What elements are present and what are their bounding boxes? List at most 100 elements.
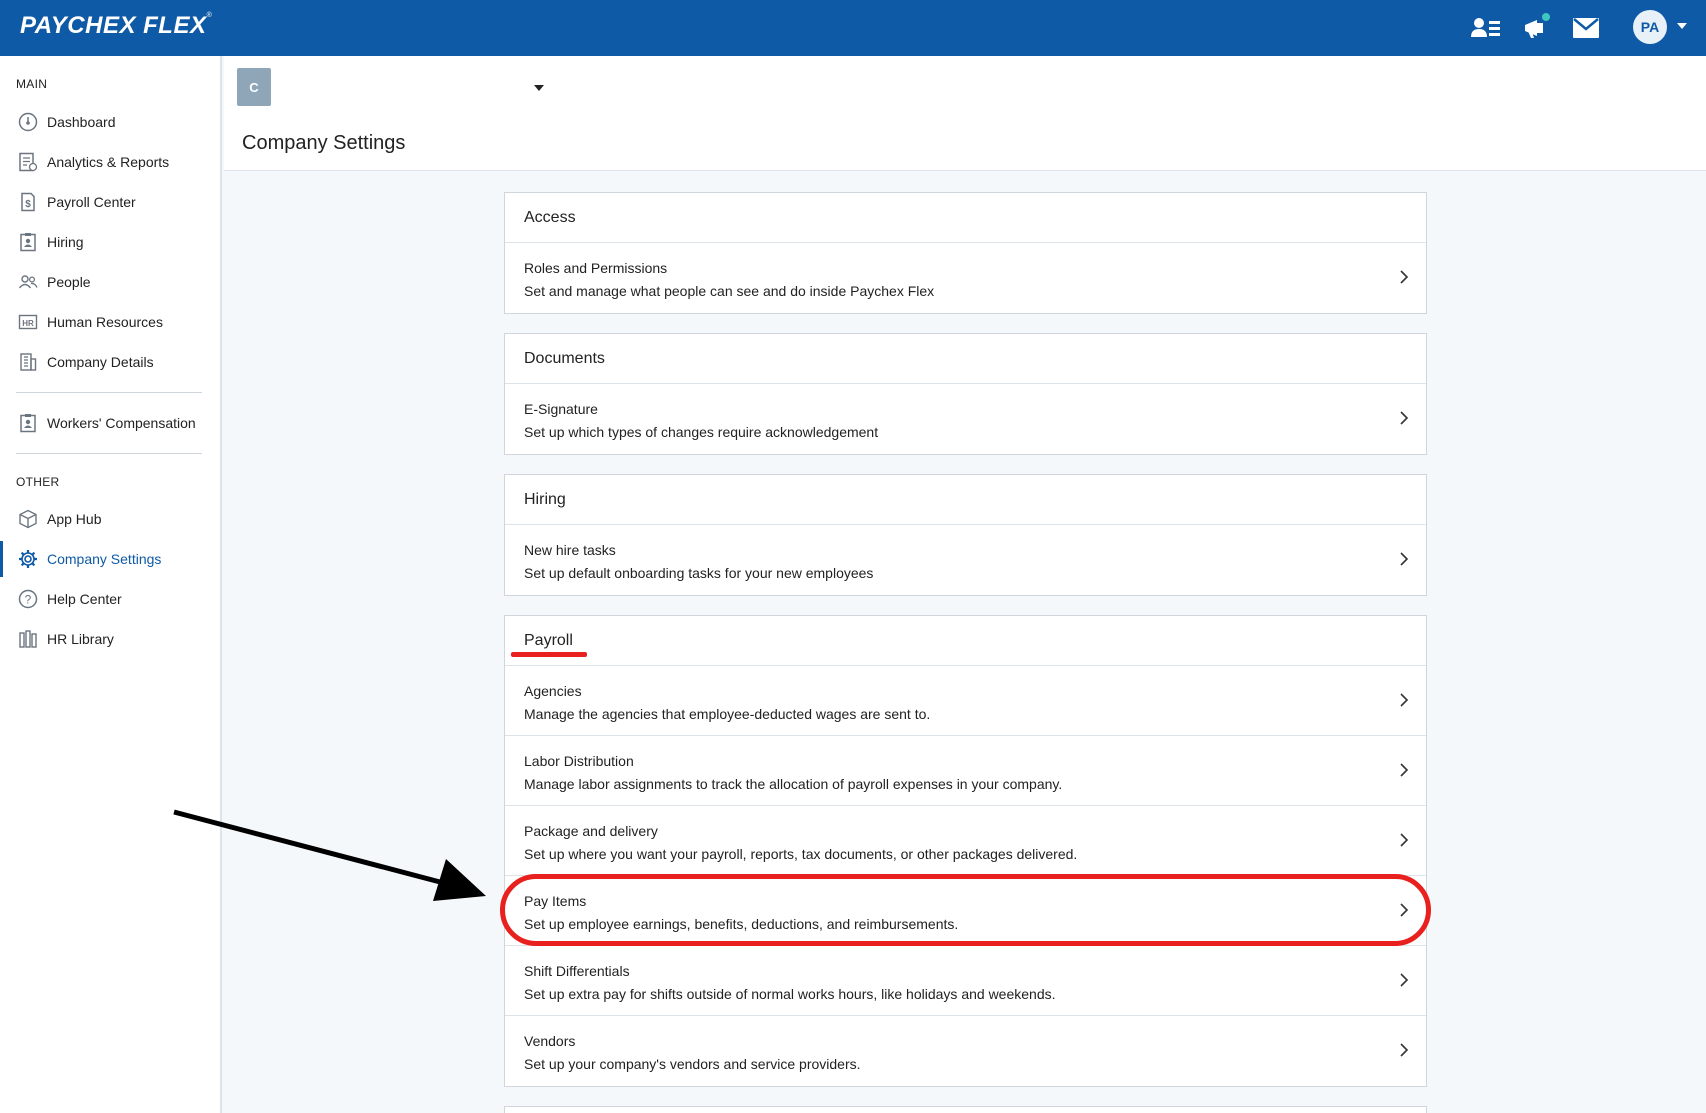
row-title: Agencies — [524, 683, 582, 699]
settings-row-new-hire-tasks[interactable]: New hire tasks Set up default onboarding… — [505, 525, 1426, 595]
settings-row-pay-items[interactable]: Pay Items Set up employee earnings, bene… — [505, 876, 1426, 946]
settings-card-payroll: Payroll Agencies Manage the agencies tha… — [504, 615, 1427, 1087]
sidebar-item-company-settings[interactable]: Company Settings — [0, 541, 220, 577]
annotation-underline — [511, 652, 587, 657]
svg-text:$: $ — [25, 199, 31, 210]
sidebar-item-hr-library[interactable]: HR Library — [0, 621, 220, 657]
card-title: Access — [505, 193, 1426, 243]
row-description: Set up default onboarding tasks for your… — [524, 565, 874, 581]
settings-card-documents: Documents E-Signature Set up which types… — [504, 333, 1427, 455]
chevron-right-icon — [1400, 270, 1409, 284]
hr-icon: HR — [18, 312, 38, 332]
reports-icon — [18, 152, 38, 172]
sidebar-item-label: Help Center — [47, 591, 122, 607]
payroll-icon: $ — [18, 192, 38, 212]
row-description: Manage the agencies that employee-deduct… — [524, 706, 931, 722]
row-description: Set up extra pay for shifts outside of n… — [524, 986, 1056, 1002]
sidebar-item-app-hub[interactable]: App Hub — [0, 501, 220, 537]
row-description: Set up your company's vendors and servic… — [524, 1056, 861, 1072]
sidebar-divider — [16, 392, 202, 393]
settings-row-shift-differentials[interactable]: Shift Differentials Set up extra pay for… — [505, 946, 1426, 1016]
chevron-right-icon — [1400, 693, 1409, 707]
cube-icon — [18, 509, 38, 529]
settings-card-hiring: Hiring New hire tasks Set up default onb… — [504, 474, 1427, 596]
notification-dot — [1542, 13, 1550, 21]
settings-row-roles-and-permissions[interactable]: Roles and Permissions Set and manage wha… — [505, 243, 1426, 313]
sidebar-item-label: Analytics & Reports — [47, 154, 170, 170]
row-title: Package and delivery — [524, 823, 658, 839]
sidebar-section-main: MAIN — [16, 77, 48, 91]
svg-text:HR: HR — [22, 319, 34, 328]
mail-icon[interactable] — [1570, 13, 1602, 43]
sidebar-item-label: People — [47, 274, 91, 290]
sidebar-section-other: OTHER — [16, 475, 60, 489]
dashboard-icon — [18, 112, 38, 132]
people-icon — [18, 272, 38, 292]
row-title: E-Signature — [524, 401, 598, 417]
row-title: Vendors — [524, 1033, 576, 1049]
page-title: Company Settings — [242, 132, 406, 154]
chevron-right-icon — [1400, 973, 1409, 987]
row-title: Labor Distribution — [524, 753, 634, 769]
row-title: New hire tasks — [524, 542, 616, 558]
chevron-right-icon — [1400, 552, 1409, 566]
sidebar-item-hiring[interactable]: Hiring — [0, 224, 220, 260]
chevron-right-icon — [1400, 903, 1409, 917]
row-description: Manage labor assignments to track the al… — [524, 776, 1063, 792]
paychex-flex-logo[interactable]: PAYCHEX FLEX® — [20, 12, 212, 40]
chevron-down-icon — [534, 85, 544, 91]
chevron-right-icon — [1400, 411, 1409, 425]
sidebar-item-payroll-center[interactable]: $ Payroll Center — [0, 184, 220, 220]
sidebar-item-human-resources[interactable]: HR Human Resources — [0, 304, 220, 340]
page-header: C Company Settings — [224, 56, 1706, 171]
row-description: Set up which types of changes require ac… — [524, 424, 879, 440]
sidebar-item-label: Workers' Compensation — [47, 415, 196, 431]
company-badge: C — [237, 68, 271, 106]
chevron-right-icon — [1400, 1043, 1409, 1057]
row-description: Set up employee earnings, benefits, dedu… — [524, 916, 959, 932]
card-title: Documents — [505, 334, 1426, 384]
sidebar-item-analytics-reports[interactable]: Analytics & Reports — [0, 144, 220, 180]
clipboard-icon — [18, 413, 38, 433]
card-title: Payroll — [505, 616, 1426, 666]
svg-text:?: ? — [25, 593, 32, 607]
user-menu-caret-icon[interactable] — [1677, 23, 1687, 29]
card-title: Hiring — [505, 475, 1426, 525]
user-avatar[interactable]: PA — [1633, 10, 1667, 44]
gear-icon — [18, 549, 38, 569]
sidebar-item-label: HR Library — [47, 631, 114, 647]
sidebar-item-label: Company Settings — [47, 551, 162, 567]
library-icon — [18, 629, 38, 649]
hiring-icon — [18, 232, 38, 252]
sidebar-item-label: Human Resources — [47, 314, 163, 330]
sidebar-item-help-center[interactable]: ? Help Center — [0, 581, 220, 617]
building-icon — [18, 352, 38, 372]
help-icon: ? — [18, 589, 38, 609]
row-description: Set and manage what people can see and d… — [524, 283, 935, 299]
sidebar-item-people[interactable]: People — [0, 264, 220, 300]
chevron-right-icon — [1400, 763, 1409, 777]
top-bar: PAYCHEX FLEX® PA — [0, 0, 1706, 56]
chevron-right-icon — [1400, 833, 1409, 847]
sidebar-item-label: App Hub — [47, 511, 102, 527]
sidebar-item-label: Dashboard — [47, 114, 116, 130]
megaphone-icon[interactable] — [1520, 13, 1552, 43]
settings-row-agencies[interactable]: Agencies Manage the agencies that employ… — [505, 666, 1426, 736]
row-title: Shift Differentials — [524, 963, 630, 979]
sidebar-item-dashboard[interactable]: Dashboard — [0, 104, 220, 140]
settings-card-next — [504, 1106, 1427, 1113]
sidebar-item-workers-compensation[interactable]: Workers' Compensation — [0, 405, 220, 441]
company-selector[interactable]: C — [237, 68, 567, 108]
people-list-icon[interactable] — [1470, 13, 1502, 43]
sidebar-item-label: Company Details — [47, 354, 154, 370]
settings-row-labor-distribution[interactable]: Labor Distribution Manage labor assignme… — [505, 736, 1426, 806]
settings-row-e-signature[interactable]: E-Signature Set up which types of change… — [505, 384, 1426, 454]
row-description: Set up where you want your payroll, repo… — [524, 846, 1078, 862]
sidebar-item-company-details[interactable]: Company Details — [0, 344, 220, 380]
settings-row-package-and-delivery[interactable]: Package and delivery Set up where you wa… — [505, 806, 1426, 876]
row-title: Roles and Permissions — [524, 260, 668, 276]
settings-card-access: Access Roles and Permissions Set and man… — [504, 192, 1427, 314]
settings-row-vendors[interactable]: Vendors Set up your company's vendors an… — [505, 1016, 1426, 1086]
sidebar-divider — [16, 453, 202, 454]
sidebar: MAIN Dashboard Analytics & Reports $ Pay… — [0, 56, 222, 1113]
